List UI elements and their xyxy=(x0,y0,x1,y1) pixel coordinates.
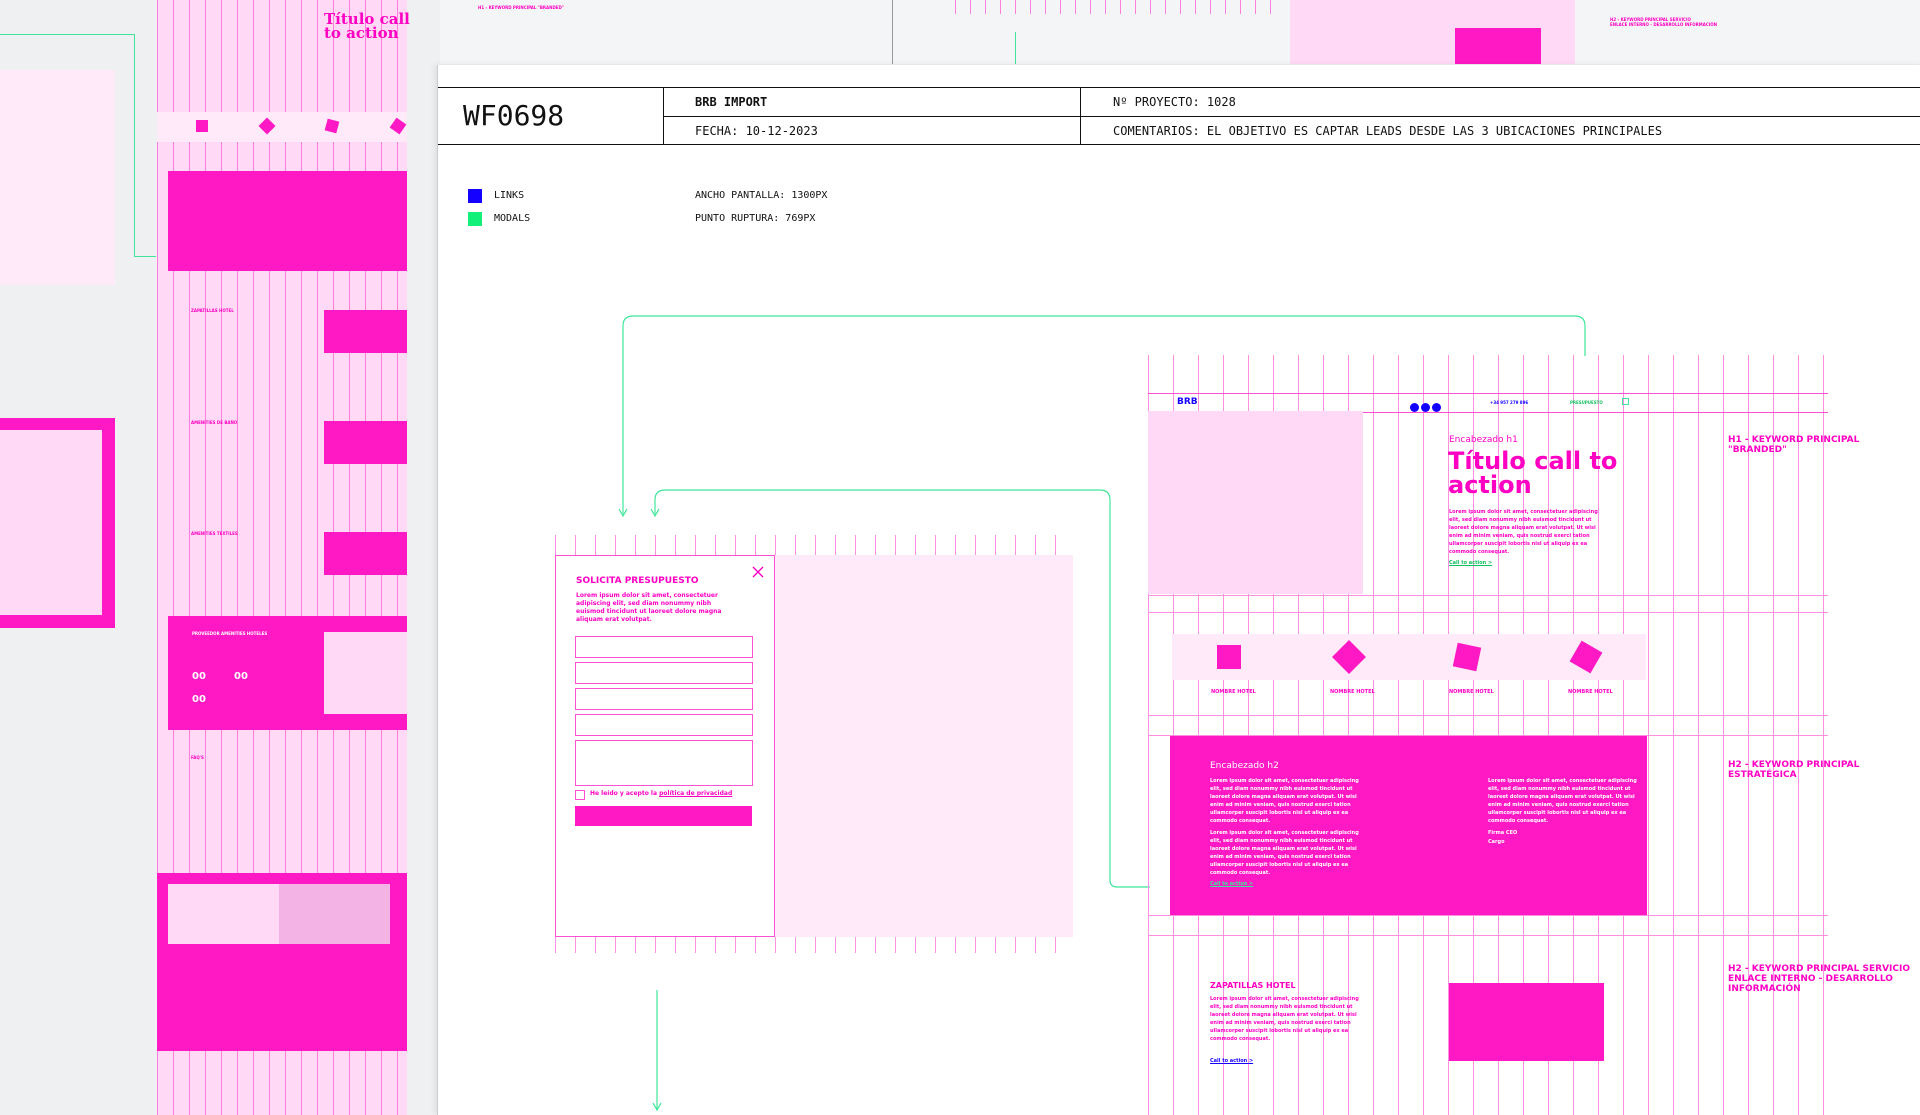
section-cta[interactable]: Call to action > xyxy=(1210,1058,1253,1064)
h1-label: Encabezado h1 xyxy=(1449,435,1518,445)
hotel-name[interactable]: NOMBRE HOTEL xyxy=(1568,689,1613,695)
grid-guide xyxy=(1148,735,1828,736)
hero-text: Lorem ipsum dolor sit amet, consectetuer… xyxy=(1449,509,1598,555)
privacy-checkbox[interactable] xyxy=(575,790,585,800)
language-dots-icon[interactable] xyxy=(1410,397,1441,416)
section-image xyxy=(1449,983,1604,1061)
grid-guide xyxy=(1148,915,1828,916)
hotel-name[interactable]: NOMBRE HOTEL xyxy=(1330,689,1375,695)
grid-guide xyxy=(1148,595,1828,596)
ceo-signature: Firma CEO xyxy=(1488,830,1518,836)
modal-title: SOLICITA PRESUPUESTO xyxy=(576,576,699,586)
section-title: ZAPATILLAS HOTEL xyxy=(1210,981,1296,990)
note-h2-service: H2 - KEYWORD PRINCIPAL SERVICIO xyxy=(1728,964,1910,974)
privacy-label: He leído y acepto la política de privaci… xyxy=(590,790,732,797)
privacy-text: He leído y acepto la xyxy=(590,790,660,797)
h2-text: Lorem ipsum dolor sit amet, consectetuer… xyxy=(1210,778,1359,824)
grid-guide xyxy=(1148,935,1828,936)
h2-text: Lorem ipsum dolor sit amet, consectetuer… xyxy=(1210,830,1359,876)
hotel-icon[interactable] xyxy=(1452,642,1482,672)
hero-title: Título call to action xyxy=(1448,447,1618,499)
grid-guide xyxy=(1148,612,1828,613)
hotel-name[interactable]: NOMBRE HOTEL xyxy=(1449,689,1494,695)
company-field[interactable] xyxy=(575,714,753,736)
grid-guide xyxy=(1148,715,1828,716)
ceo-position: Cargo xyxy=(1488,839,1505,845)
menu-icon[interactable] xyxy=(1622,398,1629,405)
quote-nav-button[interactable]: PRESUPUESTO xyxy=(1570,400,1603,405)
note-internal-link: ENLACE INTERNO - DESARROLLO INFORMACIÓN xyxy=(1728,974,1893,994)
h2-label: Encabezado h2 xyxy=(1210,761,1279,771)
h2-text: Lorem ipsum dolor sit amet, consectetuer… xyxy=(1488,778,1637,824)
submit-button[interactable] xyxy=(575,806,752,826)
section-text: Lorem ipsum dolor sit amet, consectetuer… xyxy=(1210,996,1359,1042)
close-icon[interactable] xyxy=(751,564,765,578)
hotel-name[interactable]: NOMBRE HOTEL xyxy=(1211,689,1256,695)
privacy-link[interactable]: política de privacidad xyxy=(659,790,732,797)
logo[interactable]: BRB xyxy=(1177,397,1198,407)
phone-link[interactable]: +34 957 279 896 xyxy=(1490,400,1528,405)
h2-cta[interactable]: Call to action > xyxy=(1210,881,1253,887)
note-h1: H1 - KEYWORD PRINCIPAL "BRANDED" xyxy=(1728,435,1860,455)
hotel-icon[interactable] xyxy=(1217,645,1241,669)
note-h2: H2 - KEYWORD PRINCIPAL ESTRATÉGICA xyxy=(1728,760,1860,780)
modal-text: Lorem ipsum dolor sit amet, consectetuer… xyxy=(576,592,722,623)
name-field[interactable] xyxy=(575,636,753,658)
phone-field[interactable] xyxy=(575,688,753,710)
hero-cta[interactable]: Call to action > xyxy=(1449,560,1492,566)
email-field[interactable] xyxy=(575,662,753,684)
message-field[interactable] xyxy=(575,740,753,786)
